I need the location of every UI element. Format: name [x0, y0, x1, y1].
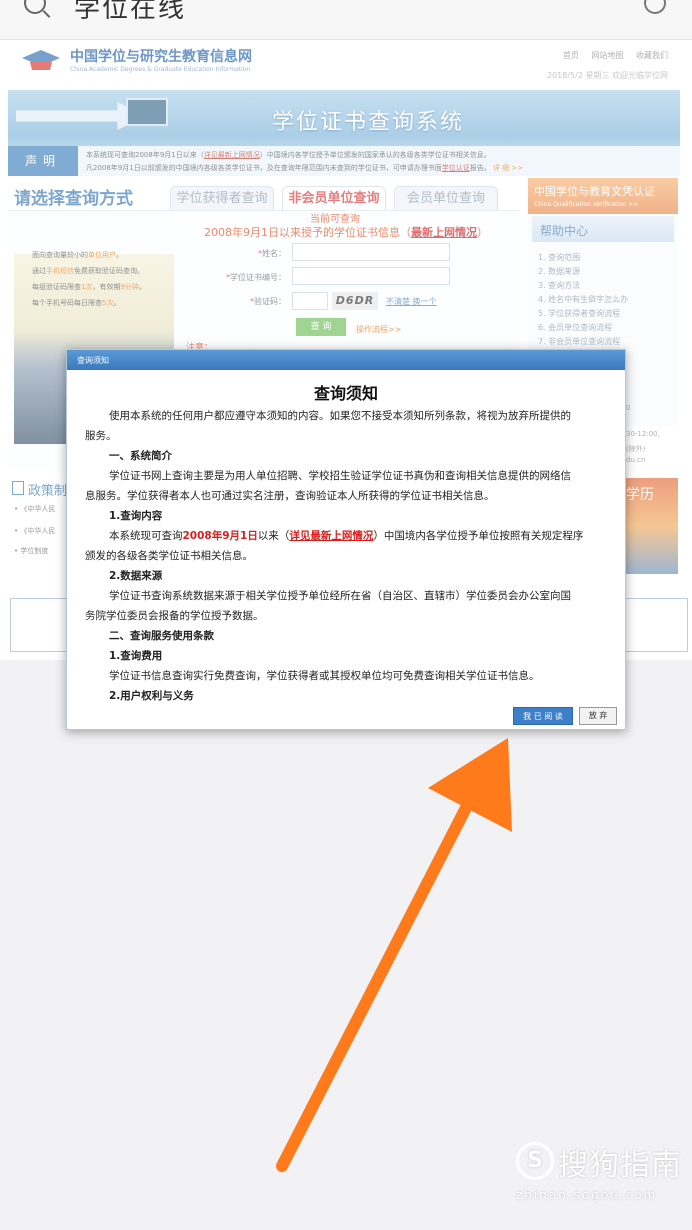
captcha-image[interactable]: D6DR: [332, 292, 378, 310]
modal-text: 使用本系统的任何用户都应遵守本须知的内容。如果您不接受本须知所列条款，将视为放弃…: [109, 410, 571, 422]
promo-line: 每个手机号码每日限查5次。: [32, 299, 121, 307]
watermark-url: zhinan.sogou.com: [516, 1188, 658, 1202]
captcha-input[interactable]: [292, 292, 328, 310]
search-bar[interactable]: 学位在线: [0, 0, 692, 40]
name-input[interactable]: [292, 243, 450, 261]
subsection-heading: 1.查询内容: [109, 510, 163, 522]
policy-title: 政策制: [28, 484, 68, 499]
tab-non-member[interactable]: 非会员单位查询: [282, 186, 386, 210]
site-name-en: China Academic Degrees & Graduate Educat…: [70, 66, 251, 73]
policy-item[interactable]: • 《中华人民: [14, 526, 55, 536]
contact-info: (除外): [626, 445, 646, 453]
modal-text: 学位证书查询系统数据来源于相关学位授予单位经所在省（自治区、直辖市）学位委员会办…: [109, 590, 571, 602]
query-button[interactable]: 查 询: [296, 318, 346, 336]
modal-title: 查询须知: [313, 384, 378, 403]
help-center-title: 帮助中心: [540, 224, 589, 238]
banner-screen-graphic: [126, 98, 168, 126]
policy-item[interactable]: • 《中华人民: [14, 504, 55, 514]
notice-bar: 声明 本系统现可查询2008年9月1日以来（详见最新上网情况）中国境内各学位授予…: [8, 146, 680, 176]
promo-line: 面向查询量较小的单位用户。: [32, 251, 123, 259]
promo-line: 通过手机短信免费获取验证码查询。: [32, 267, 144, 275]
captcha-label: *验证码：: [250, 297, 286, 306]
cert-number-input[interactable]: [292, 267, 450, 285]
tab-member[interactable]: 会员单位查询: [394, 186, 498, 210]
contact-info: 30-12:00,: [626, 430, 660, 438]
promo-image-label: 学历: [626, 487, 654, 503]
help-item[interactable]: 5. 学位获得者查询流程: [538, 308, 620, 319]
subsection-heading: 1.查询费用: [109, 650, 163, 662]
banner-title: 学位证书查询系统: [272, 110, 465, 135]
cert-number-label: *学位证书编号：: [226, 273, 286, 282]
section-heading: 二、查询服务使用条款: [109, 630, 214, 642]
modal-text: 本系统现可查询2008年9月1日以来（详见最新上网情况）中国境内各学位授予单位按…: [109, 530, 584, 542]
refresh-icon[interactable]: [644, 0, 666, 14]
top-links: 首页 网站地图 收藏我们: [553, 50, 668, 61]
help-item[interactable]: 7. 非会员单位查询流程: [538, 336, 620, 347]
help-item[interactable]: 1. 查询范围: [538, 252, 580, 263]
help-item[interactable]: 4. 姓名中有生僻字怎么办: [538, 294, 628, 305]
home-link[interactable]: 首页: [563, 51, 579, 60]
latest-status-link[interactable]: 详见最新上网情况: [204, 151, 260, 159]
modal-text: 服务。: [85, 430, 117, 442]
modal-text: 息服务。学位获得者本人也可通过实名注册，查询验证本人所获得的学位证书相关信息。: [85, 490, 495, 502]
modal-text: 务院学位委员会报备的学位授予数据。: [85, 610, 264, 622]
latest-online-link[interactable]: 最新上网情况: [411, 226, 477, 239]
contact-info: 0: [626, 404, 631, 412]
watermark-text: 搜狗指南: [558, 1148, 682, 1183]
modal-text: 颁发的各级各类学位证书相关信息。: [85, 550, 253, 562]
current-query-label: 当前可查询: [310, 214, 360, 225]
modal-header-title: 查询须知: [77, 356, 109, 365]
promo-graduates-image[interactable]: 学历: [622, 478, 678, 574]
notice-line-1: 本系统现可查询2008年9月1日以来（详见最新上网情况）中国境内各学位授予单位颁…: [86, 151, 491, 159]
since-label: 2008年9月1日以来授予的学位证书信息（最新上网情况）: [204, 226, 488, 239]
help-item[interactable]: 2. 数据来源: [538, 266, 580, 277]
help-item[interactable]: 3. 查询方法: [538, 280, 580, 291]
sitemap-link[interactable]: 网站地图: [591, 51, 623, 60]
site-name[interactable]: 中国学位与研究生教育信息网: [70, 46, 252, 66]
flow-link[interactable]: 操作流程>>: [356, 324, 401, 335]
subsection-heading: 2.用户权利与义务: [109, 690, 194, 702]
date-line: 2018/5/2 星期三 欢迎光临学位网: [546, 71, 668, 80]
cert-verification-box[interactable]: 中国学位与教育文凭认证 China Qualification Verifica…: [528, 178, 678, 214]
help-item[interactable]: 6. 会员单位查询流程: [538, 322, 612, 333]
tab-degree-holder[interactable]: 学位获得者查询: [170, 186, 274, 210]
mortarboard-logo-icon: [22, 50, 60, 70]
have-read-button[interactable]: 我 已 阅 读: [513, 707, 573, 725]
document-icon: [12, 481, 24, 495]
search-icon[interactable]: [24, 0, 46, 14]
notice-tag: 声明: [8, 146, 78, 176]
contact-info: du.cn: [626, 456, 646, 464]
method-title: 请选择查询方式: [14, 189, 133, 209]
bookmark-link[interactable]: 收藏我们: [636, 51, 668, 60]
name-label: *姓名：: [258, 249, 286, 258]
sogou-logo-icon: S: [516, 1142, 554, 1180]
cert-en: China Qualification Verification >>: [534, 201, 639, 208]
notice-modal: 查询须知 查询须知 使用本系统的任何用户都应遵守本须知的内容。如果您不接受本须知…: [66, 349, 626, 730]
degree-verification-link[interactable]: 学位认证: [442, 164, 470, 172]
give-up-button[interactable]: 放 弃: [579, 707, 617, 725]
captcha-refresh-link[interactable]: 不清楚 换一个: [386, 296, 437, 307]
notice-more-link[interactable]: 详 细 >>: [493, 164, 523, 172]
modal-text: 学位证书信息查询实行免费查询，学位获得者或其授权单位均可免费查询相关学位证书信息…: [109, 670, 540, 682]
policy-item[interactable]: • 学位制度: [14, 546, 48, 556]
promo-line: 每组验证码限查1次，有效期9分钟。: [32, 283, 146, 291]
section-heading: 一、系统简介: [109, 450, 172, 462]
search-query[interactable]: 学位在线: [74, 0, 186, 25]
cert-title: 中国学位与教育文凭认证: [534, 185, 655, 198]
latest-status-link[interactable]: 详见最新上网情况: [289, 530, 373, 542]
modal-header: 查询须知: [67, 350, 625, 370]
notice-line-2: 凡2008年9月1日以前颁发的中国境内各级各类学位证书，及在查询年限范围内未查到…: [86, 164, 524, 172]
subsection-heading: 2.数据来源: [109, 570, 163, 582]
modal-text: 学位证书网上查询主要是为用人单位招聘、学校招生验证学位证书真伪和查询相关信息提供…: [109, 470, 571, 482]
